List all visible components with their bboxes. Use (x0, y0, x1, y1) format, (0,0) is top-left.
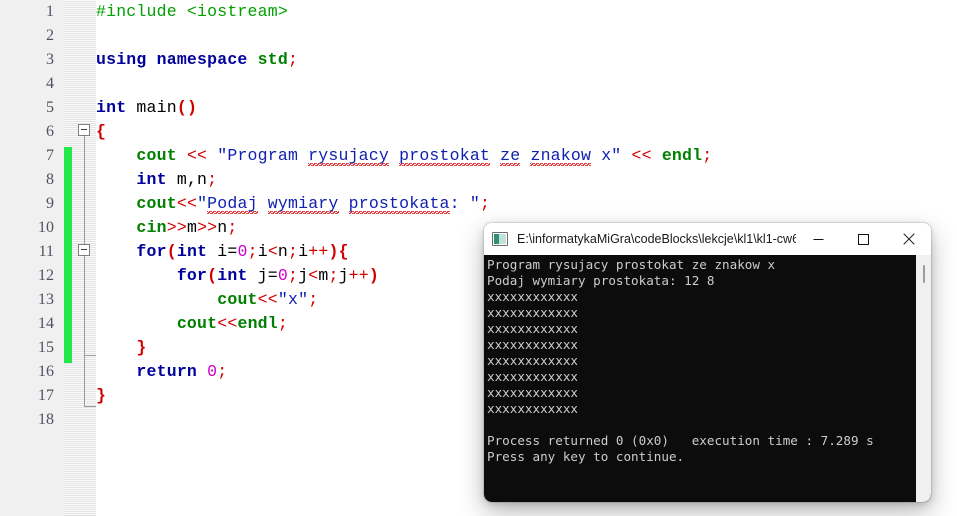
code-line-17: } (96, 386, 107, 405)
minimize-icon (813, 238, 824, 240)
fold-end-tick (84, 406, 96, 407)
minimize-button[interactable] (796, 223, 841, 255)
line-number: 9 (46, 195, 54, 212)
console-window-title: E:\informatykaMiGra\codeBlocks\lekcje\kl… (517, 232, 796, 246)
changed-lines-marker (64, 147, 72, 363)
screen: 1 2 3 4 5 6 7 8 9 10 11 12 13 14 15 16 1… (0, 0, 957, 516)
fold-connector (84, 256, 85, 356)
line-number: 1 (46, 3, 54, 20)
line-number: 6 (46, 123, 54, 140)
line-number: 18 (38, 411, 54, 428)
line-number: 2 (46, 27, 54, 44)
line-number: 5 (46, 99, 54, 116)
close-button[interactable] (886, 223, 931, 255)
line-number: 7 (46, 147, 54, 164)
code-line-8: int m,n; (136, 170, 218, 189)
fold-connector (84, 136, 85, 246)
line-number: 17 (38, 387, 54, 404)
console-titlebar[interactable]: E:\informatykaMiGra\codeBlocks\lekcje\kl… (484, 223, 931, 255)
code-line-14: cout<<endl; (176, 314, 288, 333)
console-scrollbar-thumb[interactable] (923, 265, 925, 283)
line-number: 16 (38, 363, 54, 380)
line-number: 10 (38, 219, 54, 236)
maximize-icon (858, 233, 869, 245)
line-number: 14 (38, 315, 54, 332)
code-line-15: } (136, 338, 147, 357)
code-line-16: return 0; (136, 362, 228, 381)
fold-toggle-line-6[interactable] (78, 124, 90, 136)
code-line-13: cout<<"x"; (217, 290, 319, 309)
line-number: 8 (46, 171, 54, 188)
fold-connector (84, 356, 85, 406)
line-number: 15 (38, 339, 54, 356)
editor-gutter: 1 2 3 4 5 6 7 8 9 10 11 12 13 14 15 16 1… (0, 0, 64, 516)
code-line-10: cin>>m>>n; (136, 218, 238, 237)
line-number: 12 (38, 267, 54, 284)
window-controls (796, 223, 931, 255)
close-icon (902, 233, 915, 245)
code-line-12: for(int j=0;j<m;j++) (176, 266, 379, 285)
fold-toggle-line-11[interactable] (78, 244, 90, 256)
code-line-7: cout << "Program rysujacy prostokat ze z… (136, 146, 713, 166)
code-line-6: { (96, 122, 107, 141)
code-line-1: #include <iostream> (96, 2, 288, 21)
line-number: 13 (38, 291, 54, 308)
code-line-11: for(int i=0;i<n;i++){ (136, 242, 349, 261)
code-line-3: using namespace std; (96, 50, 299, 69)
console-scrollbar[interactable] (916, 255, 931, 502)
line-number: 11 (38, 243, 54, 260)
maximize-button[interactable] (841, 223, 886, 255)
line-number: 4 (46, 75, 54, 92)
code-line-9: cout<<"Podaj wymiary prostokata: "; (136, 194, 491, 214)
console-output-area[interactable]: Program rysujacy prostokat ze znakow x P… (484, 255, 931, 502)
console-window[interactable]: E:\informatykaMiGra\codeBlocks\lekcje\kl… (484, 223, 931, 502)
fold-end-tick (84, 355, 96, 356)
console-icon (492, 232, 508, 246)
line-number: 3 (46, 51, 54, 68)
console-output-text: Program rysujacy prostokat ze znakow x P… (487, 257, 874, 464)
code-line-5: int main() (96, 98, 198, 117)
